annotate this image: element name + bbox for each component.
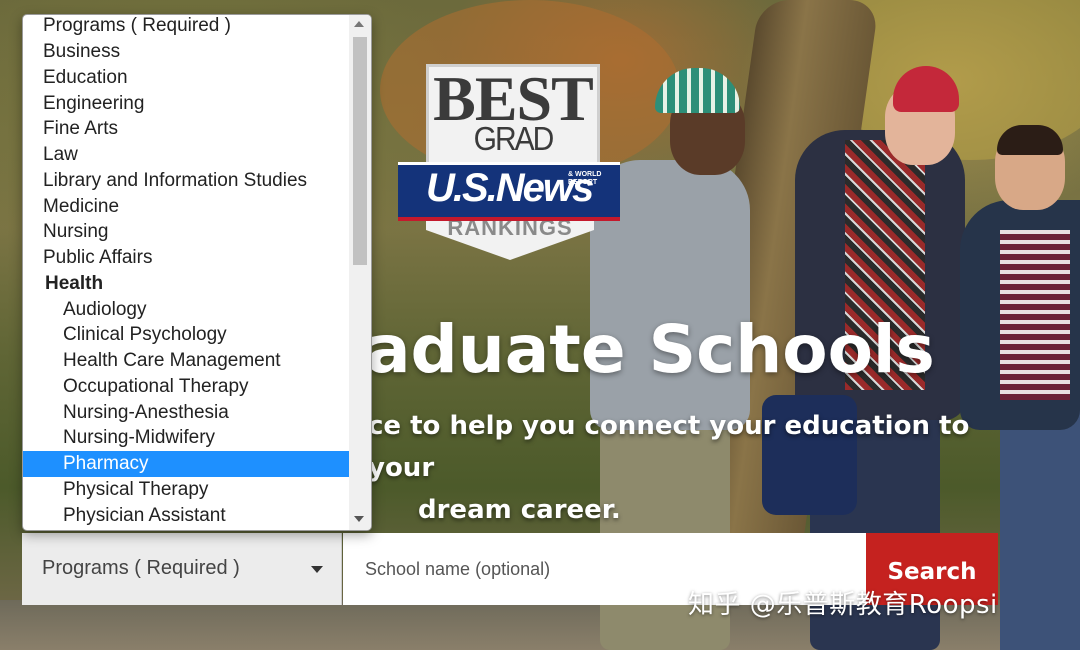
dropdown-option[interactable]: Law xyxy=(23,142,349,168)
dropdown-option[interactable]: Health Care Management xyxy=(23,348,349,374)
watermark: 知乎 @乐普斯教育Roopsi xyxy=(688,590,998,620)
student-figure xyxy=(997,125,1063,155)
student-figure xyxy=(1000,230,1070,400)
dropdown-option[interactable]: Physical Therapy xyxy=(23,477,349,503)
dropdown-group-health: Health xyxy=(45,272,104,294)
dropdown-option[interactable]: Engineering xyxy=(23,91,349,117)
dropdown-option[interactable]: Fine Arts xyxy=(23,116,349,142)
usnews-ribbon: U.S.News & WORLD REPORT xyxy=(398,162,620,221)
dropdown-option[interactable]: Public Affairs xyxy=(23,245,349,271)
dropdown-option[interactable]: Programs ( Required ) xyxy=(23,15,349,39)
dropdown-option[interactable]: Library and Information Studies xyxy=(23,168,349,194)
scroll-up-arrow-icon[interactable] xyxy=(354,21,364,27)
dropdown-option[interactable]: Nursing-Midwifery xyxy=(23,425,349,451)
best-grad-schools-badge: BEST GRAD SCHOOLS RANKINGS U.S.News & WO… xyxy=(398,62,620,262)
program-select-value: Programs ( Required ) xyxy=(42,557,240,579)
subtitle-line-1: ce to help you connect your education to… xyxy=(368,411,970,483)
dropdown-option[interactable]: Clinical Psychology xyxy=(23,322,349,348)
dropdown-option[interactable]: Education xyxy=(23,65,349,91)
dropdown-option-selected[interactable]: Pharmacy xyxy=(23,451,349,477)
scrollbar-thumb[interactable] xyxy=(353,37,367,265)
dropdown-option[interactable]: Nursing xyxy=(23,219,349,245)
dropdown-option[interactable]: Audiology xyxy=(23,297,349,323)
dropdown-option[interactable]: Physician Assistant xyxy=(23,503,349,529)
dropdown-option[interactable]: Business xyxy=(23,39,349,65)
program-select[interactable]: Programs ( Required ) xyxy=(22,533,342,605)
dropdown-option[interactable]: Nursing-Anesthesia xyxy=(23,400,349,426)
dropdown-option[interactable]: Medicine xyxy=(23,194,349,220)
page-subtitle: ce to help you connect your education to… xyxy=(368,405,1008,531)
program-dropdown-list[interactable]: Programs ( Required ) Business Education… xyxy=(22,14,372,531)
subtitle-line-2: dream career. xyxy=(418,495,621,525)
chevron-down-icon xyxy=(311,566,323,573)
student-figure xyxy=(1000,400,1080,650)
world-report-text: & WORLD REPORT xyxy=(568,171,602,186)
dropdown-option[interactable]: Occupational Therapy xyxy=(23,374,349,400)
dropdown-options: Programs ( Required ) Business Education… xyxy=(23,15,349,528)
page-title: aduate Schools xyxy=(366,311,935,388)
dropdown-scrollbar[interactable] xyxy=(349,15,371,530)
badge-top: BEST GRAD SCHOOLS xyxy=(426,64,600,195)
scroll-down-arrow-icon[interactable] xyxy=(354,516,364,522)
